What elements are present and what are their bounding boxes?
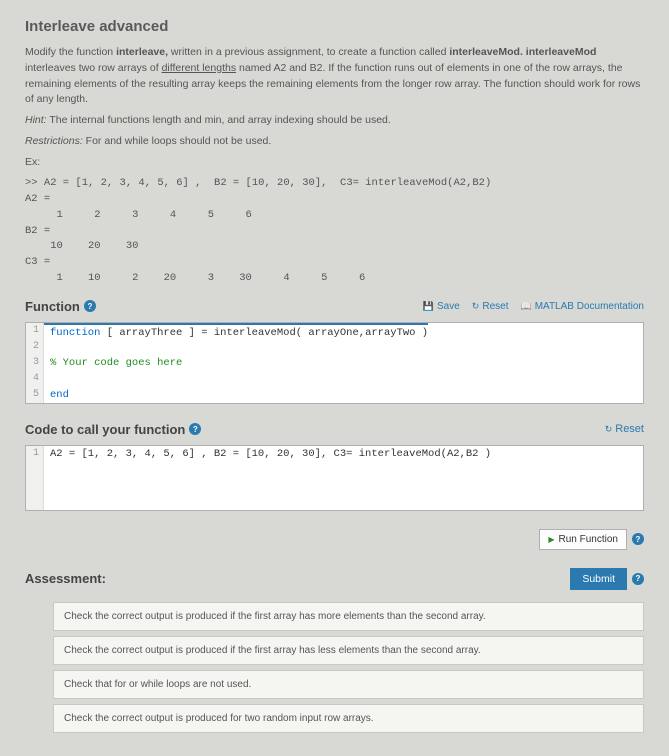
submit-button[interactable]: Submit [570,568,627,590]
check-item: Check the correct output is produced for… [53,704,644,733]
run-function-button[interactable]: ▶ Run Function [539,529,627,550]
play-icon: ▶ [548,535,554,544]
help-icon[interactable]: ? [189,423,201,435]
book-icon: 📖 [520,301,531,312]
matlab-doc-link[interactable]: 📖 MATLAB Documentation [520,301,644,312]
call-editor[interactable]: 1 A2 = [1, 2, 3, 4, 5, 6] , B2 = [10, 20… [25,445,644,511]
check-item: Check the correct output is produced if … [53,602,644,631]
function-editor[interactable]: 1function [ arrayThree ] = interleaveMod… [25,322,644,404]
help-icon[interactable]: ? [84,300,96,312]
save-button[interactable]: 💾 Save [423,301,460,312]
check-item: Check that for or while loops are not us… [53,670,644,699]
help-icon[interactable]: ? [632,533,644,545]
page-title: Interleave advanced [25,18,644,35]
check-item: Check the correct output is produced if … [53,636,644,665]
example-code: >> A2 = [1, 2, 3, 4, 5, 6] , B2 = [10, 2… [25,176,644,286]
help-icon[interactable]: ? [632,573,644,585]
save-icon: 💾 [423,301,434,312]
reset-button[interactable]: ↻ Reset [472,301,509,312]
reset-icon: ↻ [605,424,613,435]
assessment-title: Assessment: [25,571,106,586]
reset-icon: ↻ [472,301,480,312]
code-call-title: Code to call your function ? [25,422,201,437]
reset-call-button[interactable]: ↻ Reset [605,423,644,435]
function-section-title: Function ? [25,299,96,314]
intro-text: Modify the function interleave, written … [25,45,644,170]
assessment-checks: Check the correct output is produced if … [53,602,644,733]
